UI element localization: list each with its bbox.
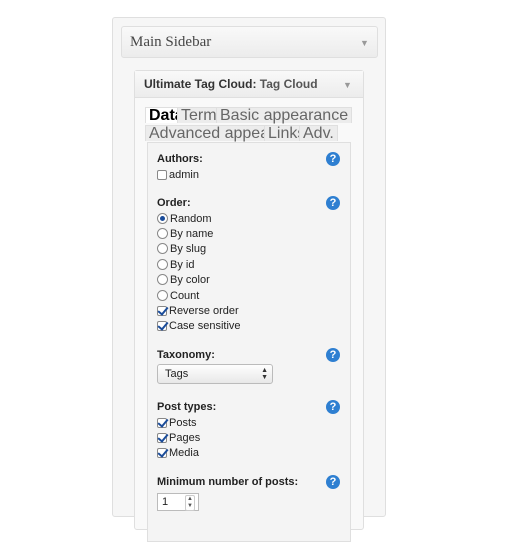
checkbox-icon[interactable] — [157, 321, 167, 331]
order-random-option[interactable]: Random — [157, 212, 212, 226]
order-help-icon[interactable]: ? — [326, 196, 340, 210]
radio-icon[interactable] — [157, 274, 168, 285]
stepper-arrows-icon[interactable]: ▲ ▼ — [185, 495, 195, 511]
radio-icon[interactable] — [157, 290, 168, 301]
post-type-posts-option[interactable]: Posts — [157, 416, 197, 430]
radio-icon[interactable] — [157, 259, 168, 270]
select-arrows-icon: ▲ ▼ — [261, 367, 268, 381]
tab-basic-appearance[interactable]: Basic appearance — [216, 107, 353, 124]
order-label: Order: — [157, 197, 191, 209]
widget-title-prefix: Ultimate Tag Cloud: — [144, 77, 257, 91]
reverse-order-label: Reverse order — [169, 305, 239, 317]
checkbox-icon[interactable] — [157, 170, 167, 180]
post-types-help-icon[interactable]: ? — [326, 400, 340, 414]
taxonomy-label: Taxonomy: — [157, 349, 215, 361]
taxonomy-selected-value: Tags — [165, 368, 189, 380]
post-type-pages-option[interactable]: Pages — [157, 431, 200, 445]
case-sensitive-label: Case sensitive — [169, 320, 241, 332]
author-admin-option[interactable]: admin — [157, 168, 199, 182]
order-by-name-option[interactable]: By name — [157, 227, 213, 241]
post-type-pages-label: Pages — [169, 432, 201, 444]
order-by-id-label: By id — [170, 259, 195, 271]
taxonomy-help-icon[interactable]: ? — [326, 348, 340, 362]
authors-label: Authors: — [157, 153, 203, 165]
data-tab-panel: Authors: ? admin Order: ? Random By name… — [147, 142, 351, 542]
order-by-color-label: By color — [170, 274, 210, 286]
checkbox-icon[interactable] — [157, 418, 167, 428]
main-sidebar-panel: Main Sidebar ▼ Ultimate Tag Cloud: Tag C… — [112, 17, 386, 542]
tag-cloud-widget: Ultimate Tag Cloud: Tag Cloud ▼ Data Ter… — [134, 70, 364, 542]
widget-toggle-arrow-icon[interactable]: ▼ — [343, 80, 352, 90]
order-by-id-option[interactable]: By id — [157, 258, 194, 272]
radio-icon[interactable] — [157, 243, 168, 254]
post-types-label: Post types: — [157, 401, 217, 413]
post-type-media-label: Media — [169, 447, 199, 459]
order-by-color-option[interactable]: By color — [157, 273, 210, 287]
sidebar-title: Main Sidebar — [130, 34, 212, 50]
author-admin-label: admin — [169, 169, 199, 181]
checkbox-icon[interactable] — [157, 433, 167, 443]
post-type-posts-label: Posts — [169, 417, 197, 429]
order-count-option[interactable]: Count — [157, 289, 199, 303]
reverse-order-option[interactable]: Reverse order — [157, 304, 239, 318]
widget-title: Ultimate Tag Cloud: Tag Cloud — [144, 77, 318, 91]
authors-help-icon[interactable]: ? — [326, 152, 340, 166]
order-count-label: Count — [170, 290, 200, 302]
case-sensitive-option[interactable]: Case sensitive — [157, 319, 241, 333]
sidebar-header[interactable]: Main Sidebar ▼ — [121, 26, 378, 58]
min-posts-input[interactable]: 1 ▲ ▼ — [157, 493, 199, 511]
taxonomy-select[interactable]: Tags ▲ ▼ — [157, 364, 273, 384]
tab-adv[interactable]: Adv. — [299, 125, 338, 142]
collapse-arrow-icon[interactable]: ▼ — [360, 38, 369, 48]
order-random-label: Random — [170, 213, 212, 225]
radio-icon[interactable] — [157, 228, 168, 239]
order-by-slug-label: By slug — [170, 243, 207, 255]
min-posts-help-icon[interactable]: ? — [326, 475, 340, 489]
order-by-slug-option[interactable]: By slug — [157, 242, 206, 256]
min-posts-value: 1 — [162, 496, 169, 508]
checkbox-icon[interactable] — [157, 448, 167, 458]
order-by-name-label: By name — [170, 228, 214, 240]
radio-icon[interactable] — [157, 213, 168, 224]
min-posts-label: Minimum number of posts: — [157, 476, 299, 488]
post-type-media-option[interactable]: Media — [157, 446, 199, 460]
widget-header[interactable]: Ultimate Tag Cloud: Tag Cloud ▼ — [135, 71, 363, 98]
checkbox-icon[interactable] — [157, 306, 167, 316]
widget-title-name: Tag Cloud — [259, 77, 318, 91]
